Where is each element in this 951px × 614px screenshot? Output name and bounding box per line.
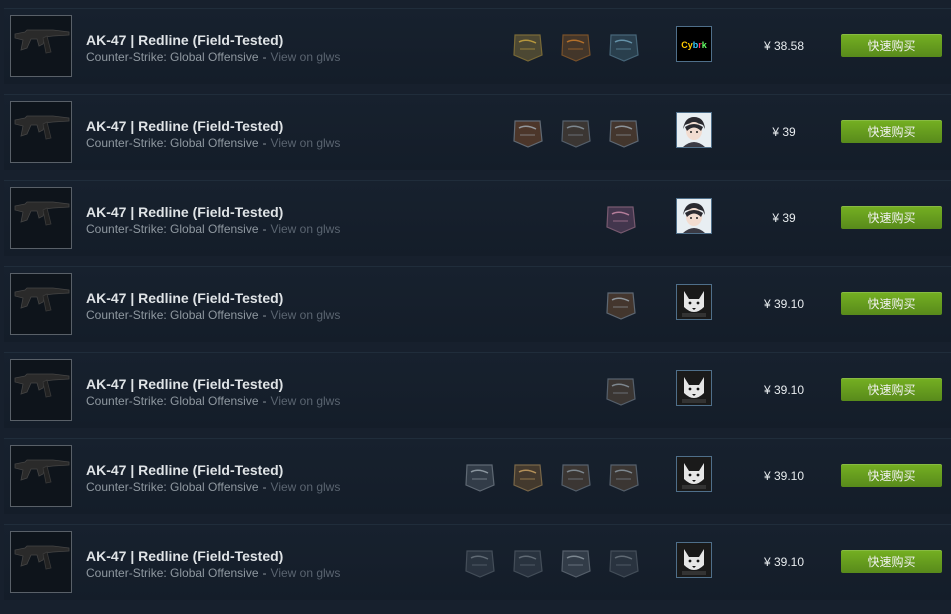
item-thumbnail[interactable] (10, 15, 72, 77)
item-game: Counter-Strike: Global Offensive - View on… (86, 394, 340, 408)
item-game: Counter-Strike: Global Offensive - View on… (86, 566, 340, 580)
quick-buy-button[interactable]: 快速购买 (841, 120, 942, 143)
autograph-sticker-icon[interactable] (603, 373, 639, 409)
item-price: ¥ 39.10 (763, 469, 805, 483)
item-price: ¥ 39.10 (763, 297, 805, 311)
view-on-glws-link[interactable]: View on glws (271, 222, 341, 236)
rifle-icon (14, 545, 70, 570)
listing-row: AK-47 | Redline (Field-Tested) Counter-St… (4, 8, 951, 84)
seller-avatar[interactable]: Cybrk (676, 26, 712, 62)
view-on-glws-link[interactable]: View on glws (271, 566, 341, 580)
seller-avatar[interactable] (676, 198, 712, 234)
game-separator: - (262, 394, 267, 408)
game-name: Counter-Strike: Global Offensive (86, 136, 259, 150)
item-game: Counter-Strike: Global Offensive - View on… (86, 136, 340, 150)
rifle-icon (14, 459, 70, 484)
seller-avatar[interactable] (676, 284, 712, 320)
item-name[interactable]: AK-47 | Redline (Field-Tested) (86, 204, 283, 220)
autograph-sticker-icon[interactable] (558, 115, 594, 151)
team-badge-sticker-icon[interactable] (510, 545, 546, 581)
svg-text:Cybrk: Cybrk (681, 40, 708, 50)
item-game: Counter-Strike: Global Offensive - View on… (86, 50, 340, 64)
quick-buy-button[interactable]: 快速购买 (841, 292, 942, 315)
tsm-sticker-icon[interactable] (462, 459, 498, 495)
quick-buy-button[interactable]: 快速购买 (841, 464, 942, 487)
item-thumbnail[interactable] (10, 101, 72, 163)
seller-avatar[interactable] (676, 112, 712, 148)
team-sticker-icon[interactable] (606, 29, 642, 65)
rifle-icon (14, 287, 70, 312)
item-price: ¥ 39 (772, 211, 796, 225)
item-game: Counter-Strike: Global Offensive - View on… (86, 480, 340, 494)
listing-row: AK-47 | Redline (Field-Tested) Counter-St… (4, 352, 951, 428)
item-price: ¥ 39 (772, 125, 796, 139)
listing-row: AK-47 | Redline (Field-Tested) Counter-St… (4, 524, 951, 600)
item-price: ¥ 39.10 (763, 383, 805, 397)
item-thumbnail[interactable] (10, 531, 72, 593)
byali-autograph-sticker-icon[interactable] (603, 287, 639, 323)
rifle-icon (14, 115, 70, 140)
game-separator: - (262, 480, 267, 494)
game-separator: - (262, 566, 267, 580)
navi-sticker-icon[interactable] (510, 29, 546, 65)
game-name: Counter-Strike: Global Offensive (86, 222, 259, 236)
game-separator: - (262, 308, 267, 322)
listing-row: AK-47 | Redline (Field-Tested) Counter-St… (4, 180, 951, 256)
seller-avatar[interactable] (676, 370, 712, 406)
game-separator: - (262, 222, 267, 236)
team-badge-sticker-icon[interactable] (462, 545, 498, 581)
quick-buy-button[interactable]: 快速购买 (841, 34, 942, 57)
game-separator: - (262, 50, 267, 64)
seller-avatar[interactable] (676, 456, 712, 492)
quick-buy-button[interactable]: 快速购买 (841, 550, 942, 573)
game-name: Counter-Strike: Global Offensive (86, 566, 259, 580)
view-on-glws-link[interactable]: View on glws (271, 394, 341, 408)
item-thumbnail[interactable] (10, 359, 72, 421)
team-badge-sticker-icon[interactable] (606, 545, 642, 581)
view-on-glws-link[interactable]: View on glws (271, 480, 341, 494)
autograph-sticker-icon[interactable] (606, 459, 642, 495)
game-name: Counter-Strike: Global Offensive (86, 394, 259, 408)
quick-buy-button[interactable]: 快速购买 (841, 206, 942, 229)
listing-row: AK-47 | Redline (Field-Tested) Counter-St… (4, 94, 951, 170)
game-name: Counter-Strike: Global Offensive (86, 308, 259, 322)
item-thumbnail[interactable] (10, 187, 72, 249)
item-name[interactable]: AK-47 | Redline (Field-Tested) (86, 32, 283, 48)
item-name[interactable]: AK-47 | Redline (Field-Tested) (86, 376, 283, 392)
item-game: Counter-Strike: Global Offensive - View on… (86, 308, 340, 322)
view-on-glws-link[interactable]: View on glws (271, 50, 341, 64)
item-game: Counter-Strike: Global Offensive - View on… (86, 222, 340, 236)
item-name[interactable]: AK-47 | Redline (Field-Tested) (86, 290, 283, 306)
item-thumbnail[interactable] (10, 273, 72, 335)
item-price: ¥ 38.58 (763, 39, 805, 53)
item-name[interactable]: AK-47 | Redline (Field-Tested) (86, 118, 283, 134)
view-on-glws-link[interactable]: View on glws (271, 136, 341, 150)
game-separator: - (262, 136, 267, 150)
market-listings: AK-47 | Redline (Field-Tested) Counter-St… (0, 0, 951, 614)
bird-sticker-icon[interactable] (558, 545, 594, 581)
view-on-glws-link[interactable]: View on glws (271, 308, 341, 322)
item-price: ¥ 39.10 (763, 555, 805, 569)
item-thumbnail[interactable] (10, 445, 72, 507)
item-name[interactable]: AK-47 | Redline (Field-Tested) (86, 462, 283, 478)
rifle-icon (14, 201, 70, 226)
flusha-autograph-sticker-icon[interactable] (510, 459, 546, 495)
byali-autograph-sticker-icon[interactable] (606, 115, 642, 151)
neo-autograph-sticker-icon[interactable] (510, 115, 546, 151)
fnatic-sticker-icon[interactable] (558, 29, 594, 65)
rifle-icon (14, 373, 70, 398)
item-name[interactable]: AK-47 | Redline (Field-Tested) (86, 548, 283, 564)
listing-row: AK-47 | Redline (Field-Tested) Counter-St… (4, 438, 951, 514)
listing-row: AK-47 | Redline (Field-Tested) Counter-St… (4, 266, 951, 342)
autograph-sticker-icon[interactable] (558, 459, 594, 495)
rifle-icon (14, 29, 70, 54)
quick-buy-button[interactable]: 快速购买 (841, 378, 942, 401)
pink-holo-sticker-icon[interactable] (603, 201, 639, 237)
game-name: Counter-Strike: Global Offensive (86, 480, 259, 494)
game-name: Counter-Strike: Global Offensive (86, 50, 259, 64)
seller-avatar[interactable] (676, 542, 712, 578)
